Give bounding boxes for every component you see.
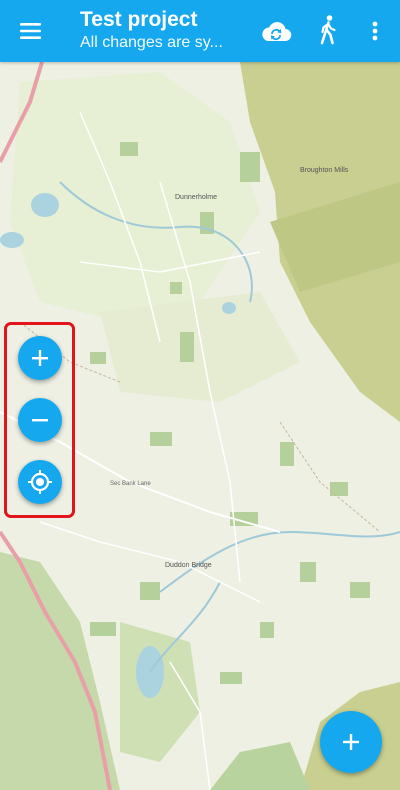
woodland-patch xyxy=(300,562,316,582)
overflow-menu-icon xyxy=(372,21,378,41)
zoom-in-button[interactable] xyxy=(18,336,62,380)
woodland-patch xyxy=(350,582,370,598)
plus-icon xyxy=(343,734,359,750)
walking-person-icon xyxy=(320,15,336,45)
woodland-patch xyxy=(120,142,138,156)
gps-tracking-button[interactable] xyxy=(314,13,342,47)
lake xyxy=(0,232,24,248)
place-label: Dunnerholme xyxy=(175,194,217,201)
woodland-patch xyxy=(170,282,182,294)
sync-button[interactable] xyxy=(259,17,293,47)
woodland-patch xyxy=(150,432,172,446)
pond xyxy=(222,302,236,314)
woodland-patch xyxy=(330,482,348,496)
my-location-button[interactable] xyxy=(18,460,62,504)
project-title: Test project xyxy=(80,8,198,31)
woodland-patch xyxy=(260,622,274,638)
road-label: Sec Bank Lane xyxy=(110,481,151,487)
lake xyxy=(31,193,59,217)
woodland-patch xyxy=(220,672,242,684)
menu-button[interactable] xyxy=(14,16,48,46)
sync-status-subtitle: All changes are sy... xyxy=(80,34,223,51)
zoom-out-button[interactable] xyxy=(18,398,62,442)
woodland-patch xyxy=(140,582,160,600)
add-feature-button[interactable] xyxy=(320,711,382,773)
cloud-sync-icon xyxy=(262,22,292,42)
app-bar: Test project All changes are sy... xyxy=(0,0,400,62)
minus-icon xyxy=(32,419,48,422)
woodland-patch xyxy=(240,152,260,182)
woodland-patch xyxy=(180,332,194,362)
woodland-patch xyxy=(90,352,106,364)
place-label: Duddon Bridge xyxy=(165,562,212,569)
title-block: Test project All changes are sy... xyxy=(80,8,250,54)
overflow-menu-button[interactable] xyxy=(362,16,388,46)
hamburger-menu-icon xyxy=(20,23,41,39)
plus-icon xyxy=(32,350,48,366)
woodland-patch xyxy=(90,622,116,636)
place-label: Broughton Mills xyxy=(300,167,349,174)
woodland-patch xyxy=(280,442,294,466)
crosshair-icon xyxy=(28,470,52,494)
